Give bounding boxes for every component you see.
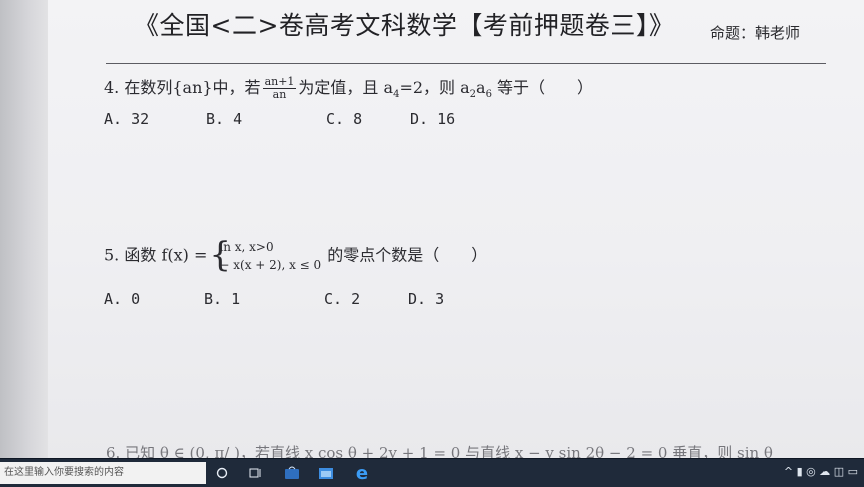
taskbar: 在这里输入你要搜索的内容 e ^ ▮ ◎ ☁ ◫ ▭ — [0, 458, 864, 487]
document-page: 《全国<二>卷高考文科数学【考前押题卷三】》 命题：韩老师 4. 在数列{an}… — [48, 0, 864, 462]
q4-fraction-den: an — [272, 88, 287, 101]
q4-suffix-2: =2，则 a — [399, 78, 470, 97]
q5-prefix: 5. 函数 f(x) = — [104, 245, 208, 265]
q5-piecewise: {ln x, x>0 − x(x + 2), x ≤ 0 — [209, 238, 321, 274]
q5-brace: { — [209, 235, 232, 275]
screen-bezel — [0, 0, 48, 458]
q4-suffix-1: 为定值，且 a — [298, 78, 394, 97]
q5-piece-1: ln x, x>0 — [219, 240, 274, 254]
q4-prefix: 4. 在数列{an}中，若 — [104, 78, 261, 97]
question-4: 4. 在数列{an}中，若 an+1 an 为定值，且 a4=2，则 a2a6 等于（… — [104, 74, 593, 101]
q4-option-c: C. 8 — [326, 110, 363, 128]
folder-icon — [319, 468, 333, 479]
question-5: 5. 函数 f(x) ={ln x, x>0 − x(x + 2), x ≤ 0 的… — [104, 238, 487, 274]
q5-option-c: C. 2 — [324, 290, 361, 308]
store-bag-icon — [285, 466, 299, 479]
q4-suffix-3: a — [476, 78, 486, 97]
q5-option-b: B. 1 — [204, 290, 241, 308]
q5-option-d: D. 3 — [408, 290, 445, 308]
cortana-icon[interactable] — [212, 463, 232, 483]
task-view-glyph-icon — [249, 468, 261, 478]
task-view-icon[interactable] — [246, 463, 266, 483]
q4-option-a: A. 32 — [104, 110, 150, 128]
explorer-icon[interactable] — [316, 463, 336, 483]
q4-option-b: B. 4 — [206, 110, 243, 128]
q4-fraction: an+1 an — [262, 76, 297, 101]
edge-browser-icon[interactable]: e — [352, 463, 372, 484]
store-icon[interactable] — [282, 463, 302, 483]
cortana-circle-icon — [216, 467, 228, 479]
author-label: 命题：韩老师 — [710, 24, 801, 42]
q5-piece-2: − x(x + 2), x ≤ 0 — [219, 258, 322, 272]
q5-option-a: A. 0 — [104, 290, 141, 308]
page-title: 《全国<二>卷高考文科数学【考前押题卷三】》 — [134, 11, 675, 40]
system-tray[interactable]: ^ ▮ ◎ ☁ ◫ ▭ — [784, 465, 858, 478]
title-divider — [106, 63, 826, 64]
q4-suffix-4: 等于（ ） — [491, 78, 594, 97]
q5-suffix: 的零点个数是（ ） — [327, 245, 488, 265]
q4-option-d: D. 16 — [410, 110, 456, 128]
taskbar-search-input[interactable]: 在这里输入你要搜索的内容 — [0, 462, 206, 484]
